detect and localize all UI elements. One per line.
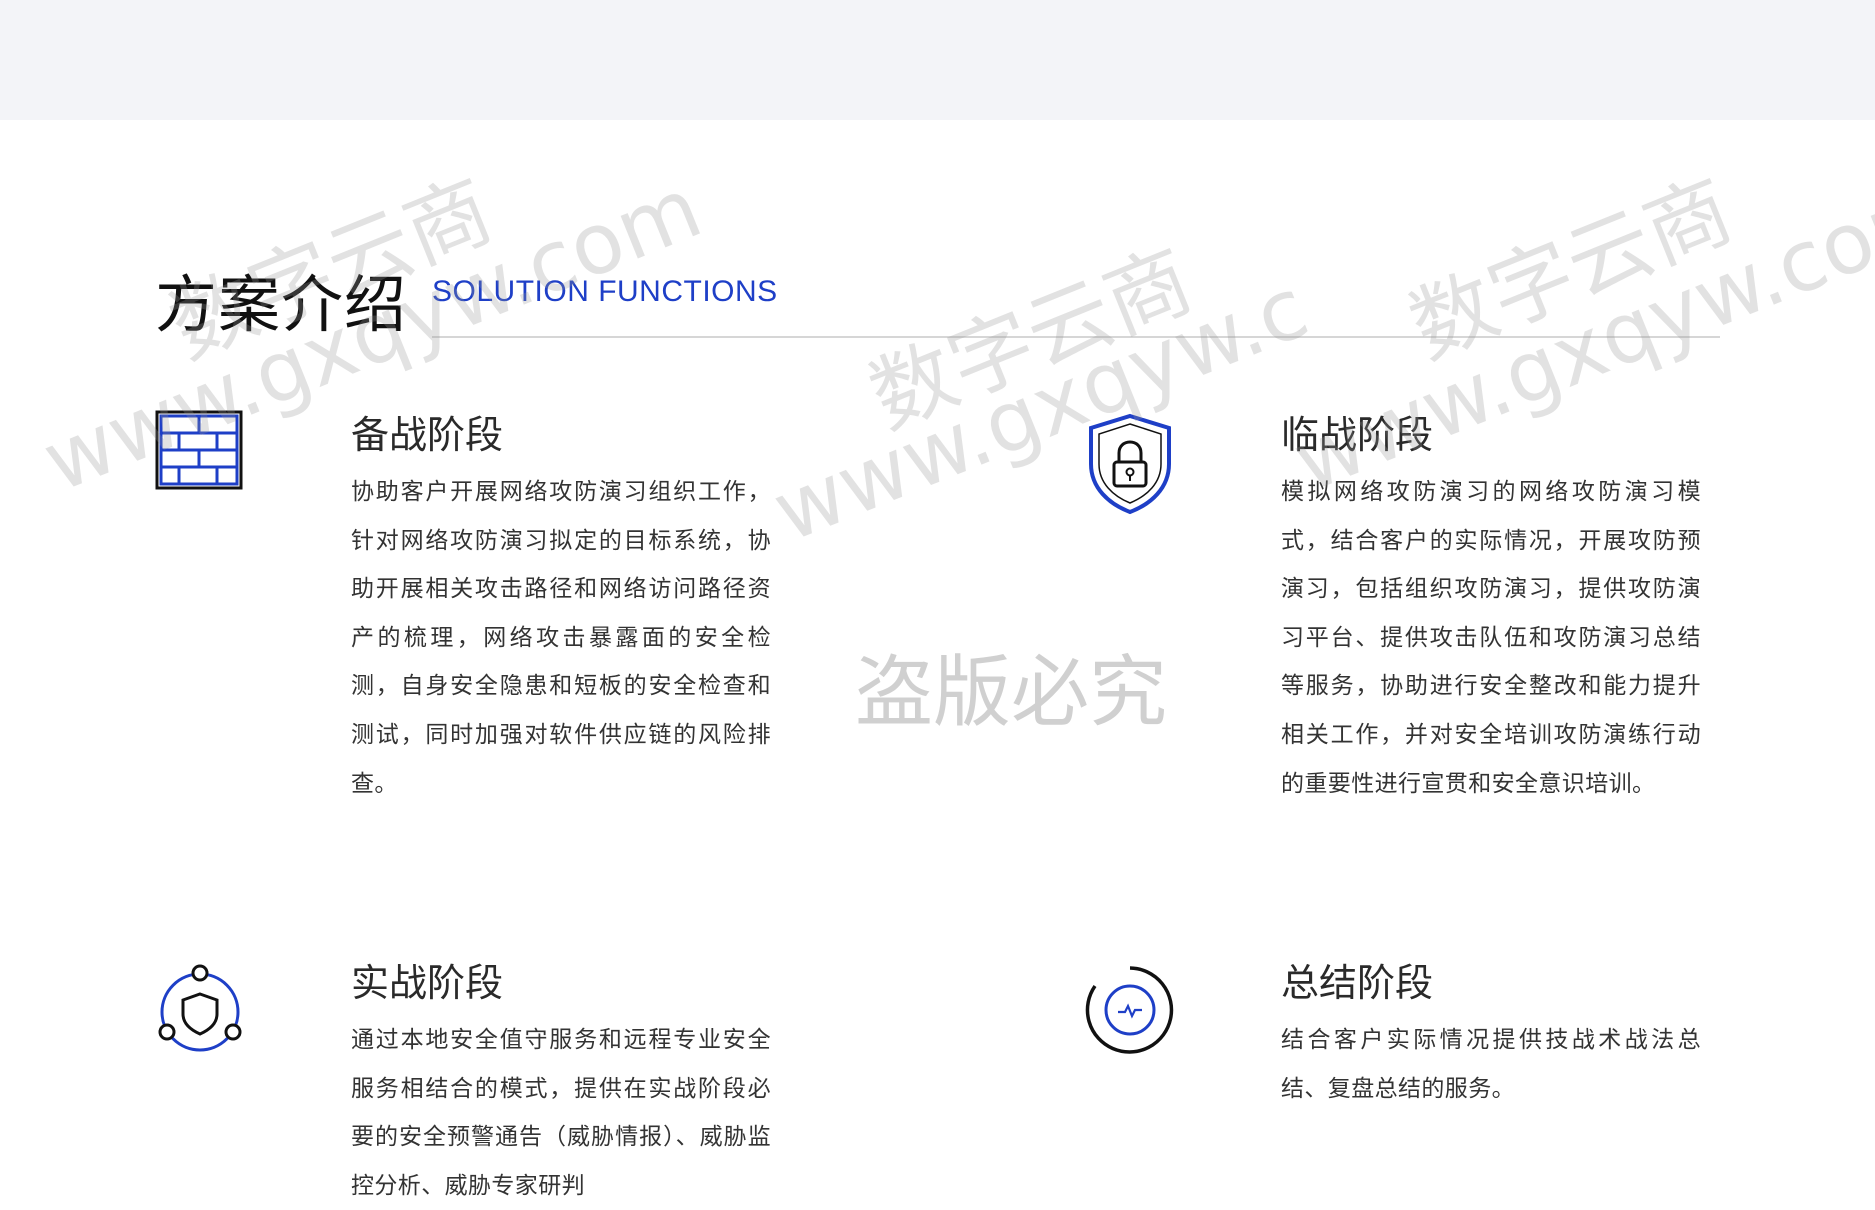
brick-wall-icon <box>155 410 245 510</box>
section-title-en: SOLUTION FUNCTIONS <box>432 275 778 308</box>
section-title-cn: 方案介绍 <box>155 268 408 341</box>
shield-network-icon <box>155 962 245 1062</box>
stage-description: 结合客户实际情况提供技战术战法总结、复盘总结的服务。 <box>1281 1027 1701 1102</box>
watermark-brand: 数字云商 <box>1396 160 1746 378</box>
watermark-brand: 数字云商 <box>156 160 506 378</box>
stage-description: 模拟网络攻防演习的网络攻防演习模式，结合客户的实际情况，开展攻防预演习，包括组织… <box>1281 479 1701 797</box>
stage-description: 通过本地安全值守服务和远程专业安全服务相结合的模式，提供在实战阶段必要的安全预警… <box>351 1027 771 1199</box>
stage-title: 总结阶段 <box>1281 961 1434 1005</box>
stage-title: 备战阶段 <box>351 413 504 457</box>
watermark-piracy: 盗版必究 <box>855 648 1168 738</box>
stage-title: 实战阶段 <box>351 961 504 1005</box>
stage-description: 协助客户开展网络攻防演习组织工作，针对网络攻防演习拟定的目标系统，协助开展相关攻… <box>351 479 771 797</box>
summary-monitor-icon <box>1085 964 1175 1064</box>
section-header: 方案介绍 SOLUTION FUNCTIONS <box>155 270 1720 340</box>
stage-title: 临战阶段 <box>1281 413 1434 457</box>
top-band <box>0 0 1875 120</box>
shield-lock-icon <box>1085 412 1175 515</box>
section-title-divider <box>432 336 1720 338</box>
